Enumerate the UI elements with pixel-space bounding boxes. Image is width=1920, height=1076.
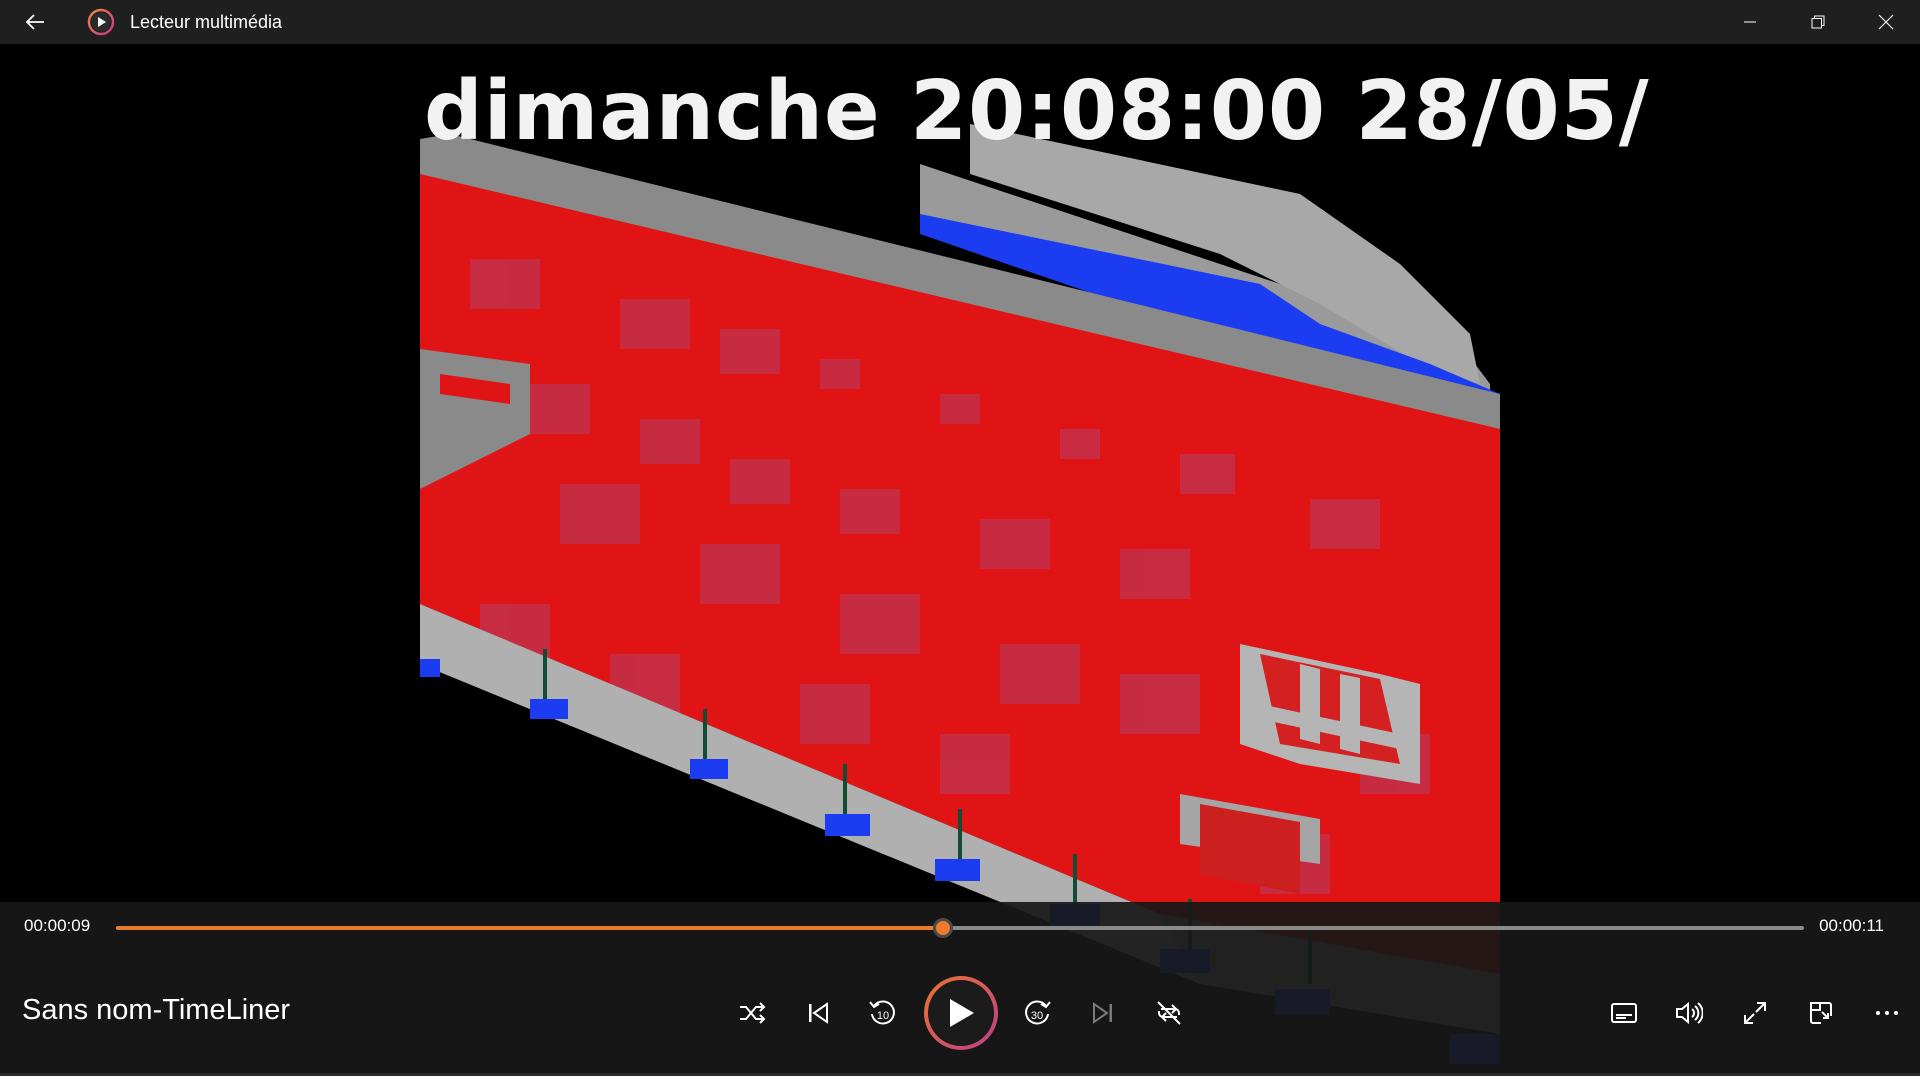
fullscreen-button[interactable] (1730, 988, 1780, 1038)
app-title: Lecteur multimédia (130, 11, 283, 32)
subtitles-icon (1611, 1003, 1637, 1023)
close-button[interactable] (1852, 0, 1920, 44)
more-options-button[interactable] (1862, 988, 1912, 1038)
volume-button[interactable] (1664, 988, 1714, 1038)
shuffle-icon (740, 1002, 766, 1024)
title-bar: Lecteur multimédia (0, 0, 1920, 44)
next-icon (1093, 1002, 1112, 1024)
previous-button[interactable] (793, 988, 843, 1038)
close-icon (1878, 14, 1894, 30)
fullscreen-icon (1744, 1002, 1766, 1024)
mini-player-icon (1810, 1002, 1832, 1024)
more-icon (1876, 1011, 1898, 1015)
seek-bar[interactable] (116, 918, 1804, 938)
previous-icon (809, 1002, 828, 1024)
play-icon (950, 999, 974, 1027)
current-time: 00:00:09 (24, 916, 91, 935)
seek-thumb[interactable] (933, 918, 954, 938)
total-time: 00:00:11 (1819, 916, 1884, 935)
back-button[interactable] (0, 0, 70, 44)
video-timestamp-overlay: dimanche 20:08:00 28/05/ (424, 64, 1650, 159)
repeat-off-icon (1157, 1001, 1181, 1025)
skip-back-10-button[interactable]: 10 (858, 988, 908, 1038)
video-area[interactable]: dimanche 20:08:00 28/05/ (0, 44, 1920, 1076)
media-player-logo-icon (86, 7, 116, 37)
next-button[interactable] (1078, 988, 1128, 1038)
player-controls: 00:00:09 00:00:11 Sans nom-TimeLiner 10 (0, 902, 1920, 1076)
skip-forward-label: 30 (1031, 1010, 1043, 1022)
media-title: Sans nom-TimeLiner (22, 994, 291, 1026)
minimize-button[interactable] (1716, 0, 1784, 44)
play-button[interactable] (924, 976, 998, 1050)
skip-forward-30-icon: 30 (1025, 1000, 1051, 1025)
mini-player-button[interactable] (1796, 988, 1846, 1038)
skip-forward-30-button[interactable]: 30 (1012, 988, 1062, 1038)
restore-icon (1811, 15, 1825, 29)
repeat-button[interactable] (1144, 988, 1194, 1038)
skip-back-label: 10 (877, 1010, 889, 1022)
seek-progress (116, 926, 944, 930)
volume-icon (1676, 1001, 1703, 1025)
restore-button[interactable] (1784, 0, 1852, 44)
skip-back-10-icon: 10 (869, 1000, 895, 1025)
minimize-icon (1744, 21, 1756, 23)
subtitles-button[interactable] (1599, 988, 1649, 1038)
back-arrow-icon (25, 14, 44, 30)
shuffle-button[interactable] (727, 988, 777, 1038)
